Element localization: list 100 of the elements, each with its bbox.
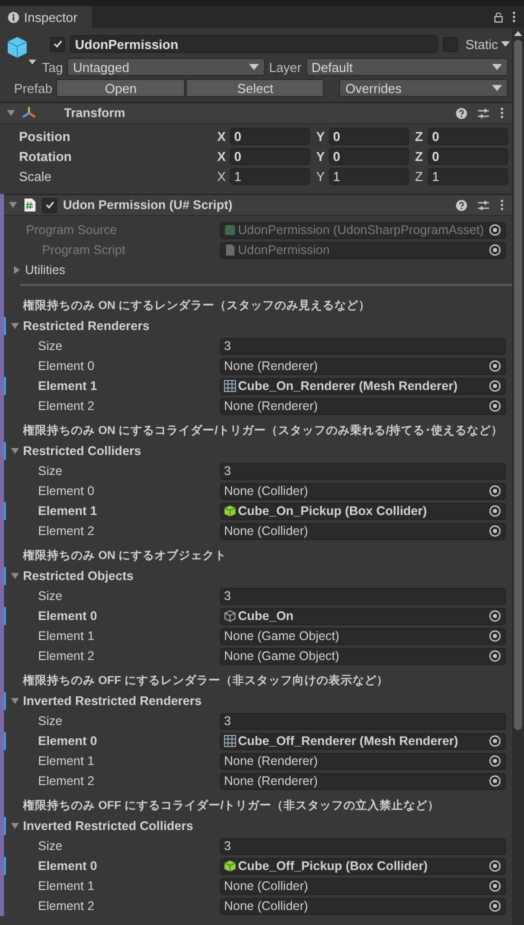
size-field[interactable]: 3 [220,462,506,480]
object-field[interactable]: None (Renderer) [220,772,506,790]
prefab-button[interactable]: Select [186,79,324,97]
number-field[interactable]: 0 [329,128,410,144]
static-dropdown[interactable]: Static [463,36,512,52]
object-picker-icon[interactable] [489,525,501,537]
object-field[interactable]: Cube_Off_Pickup (Box Collider) [220,858,506,874]
element-label: Element 0 [37,359,96,373]
object-picker-icon[interactable] [489,755,501,767]
object-picker-icon[interactable] [489,505,501,517]
inspector-tab[interactable]: Inspector [0,6,92,28]
number-field[interactable]: 1 [230,168,310,184]
name-field[interactable]: UdonPermission [70,35,438,53]
number-field[interactable]: 0 [329,148,410,164]
object-picker-icon[interactable] [489,380,501,392]
object-field[interactable]: None (Renderer) [220,358,506,374]
object-field[interactable]: None (Game Object) [220,628,506,644]
number-field[interactable]: 0 [428,148,508,164]
scrollbar[interactable] [512,28,524,925]
lock-icon[interactable] [494,12,503,22]
object-field[interactable]: None (Renderer) [220,398,506,414]
object-picker-icon[interactable] [489,610,501,622]
object-field[interactable]: None (Collider) [220,878,506,894]
transform-label: Rotation [19,148,73,164]
list-foldout[interactable]: Inverted Restricted Colliders [23,819,194,833]
object-field[interactable]: Cube_Off_Renderer (Mesh Renderer) [220,732,506,750]
object-field[interactable]: None (Collider) [220,482,506,500]
element-label: Element 0 [37,734,98,748]
utilities-foldout[interactable]: Utilities [25,263,66,277]
sliders-icon[interactable] [478,200,489,210]
overrides-dropdown[interactable]: Overrides [339,79,508,97]
size-field[interactable]: 3 [220,338,506,354]
element-label: Element 0 [37,859,98,873]
object-picker-icon[interactable] [489,400,501,412]
object-picker-icon[interactable] [489,630,501,642]
expanded-arrow-icon[interactable] [10,571,20,581]
expanded-arrow-icon[interactable] [6,108,16,118]
object-field[interactable]: Cube_On_Pickup (Box Collider) [220,502,506,520]
more-icon[interactable] [500,107,504,119]
object-picker-icon[interactable] [489,775,501,787]
object-field[interactable]: None (Collider) [220,522,506,540]
scroll-up-icon[interactable] [514,31,522,36]
expanded-arrow-icon[interactable] [10,696,20,706]
dropdown-arrow-icon [248,64,259,70]
help-icon[interactable] [456,108,467,118]
element-label: Element 0 [37,484,96,498]
transform-header[interactable]: Transform [0,102,512,124]
object-picker-icon[interactable] [489,650,501,662]
help-icon[interactable] [456,200,467,210]
object-picker-icon[interactable] [489,880,501,892]
object-field[interactable]: Cube_On_Renderer (Mesh Renderer) [220,378,506,394]
prefab-button[interactable]: Open [56,79,186,97]
object-field[interactable]: Cube_On [220,608,506,624]
list-foldout[interactable]: Restricted Renderers [23,319,150,333]
object-picker-icon[interactable] [489,860,501,872]
active-checkbox[interactable] [50,36,65,52]
size-field[interactable]: 3 [220,838,506,854]
list-foldout[interactable]: Restricted Colliders [23,444,142,458]
field-label: Size [37,839,64,853]
axis-label: Y [316,148,326,164]
axes-icon [22,106,36,120]
expanded-arrow-icon[interactable] [10,446,20,456]
object-field[interactable]: None (Game Object) [220,648,506,664]
dropdown-arrow-icon [501,41,510,47]
expanded-arrow-icon[interactable] [10,821,20,831]
number-field[interactable]: 0 [230,128,310,144]
object-picker-icon[interactable] [489,485,501,497]
expanded-arrow-icon[interactable] [10,321,20,331]
element-label: Element 1 [37,754,96,768]
field-label: Size [37,464,64,478]
list-foldout[interactable]: Restricted Objects [23,569,134,583]
layer-dropdown[interactable]: Default [306,58,508,76]
object-field[interactable]: None (Collider) [220,898,506,914]
list-foldout[interactable]: Inverted Restricted Renderers [23,694,202,708]
object-picker-icon[interactable] [489,900,501,912]
object-picker-icon[interactable] [489,360,501,372]
element-label: Element 2 [37,524,96,538]
object-field[interactable]: None (Renderer) [220,752,506,770]
size-field[interactable]: 3 [220,588,506,604]
element-label: Element 2 [37,399,96,413]
section-caption: 権限持ちのみ ON にするレンダラー（スタッフのみ見えるなど） [22,298,372,314]
more-icon[interactable] [500,199,504,211]
sliders-icon[interactable] [478,108,489,118]
tag-dropdown[interactable]: Untagged [66,58,265,76]
expanded-arrow-icon[interactable] [8,200,18,210]
collapsed-arrow-icon[interactable] [12,265,22,275]
element-label: Element 1 [37,629,96,643]
number-field[interactable]: 1 [329,168,410,184]
size-field[interactable]: 3 [220,712,506,730]
more-icon[interactable] [512,11,516,23]
object-picker-icon[interactable] [489,735,501,747]
enabled-checkbox[interactable] [42,198,57,212]
axis-label: Z [415,128,424,144]
asset-icon [224,224,236,236]
script-header[interactable]: Udon Permission (U# Script) [4,194,512,216]
number-field[interactable]: 0 [428,128,508,144]
number-field[interactable]: 0 [230,148,310,164]
element-label: Element 1 [37,504,98,518]
number-field[interactable]: 1 [428,168,508,184]
scrollbar-thumb[interactable] [514,40,522,730]
